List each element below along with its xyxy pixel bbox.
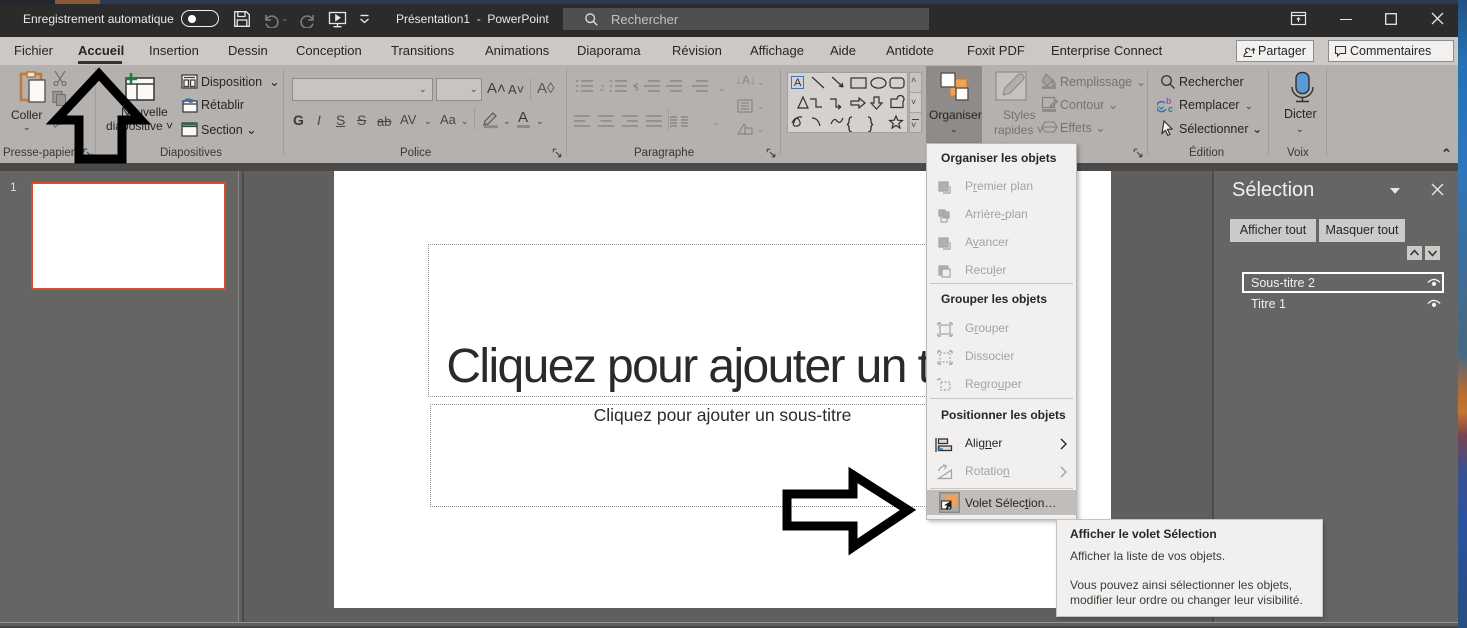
svg-text:A: A [794,77,802,89]
svg-text:c: c [1168,104,1173,114]
